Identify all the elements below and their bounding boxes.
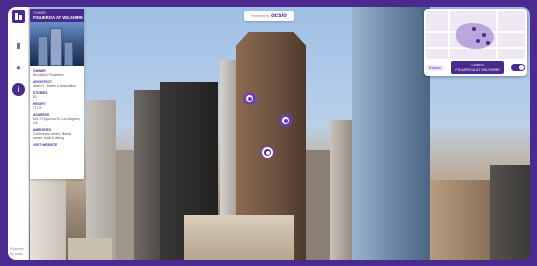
map-marker[interactable] [244, 93, 255, 104]
building-photo [30, 22, 84, 66]
view-toggle[interactable] [510, 64, 525, 71]
aerial-view[interactable]: ▮ ● i Powered by ocsio TOWER FIGUEROA AT… [8, 7, 530, 260]
sidebar-footer: Powered by ocsio [10, 247, 24, 256]
powered-by-badge: Powered by ocsio [244, 11, 294, 21]
building [490, 165, 530, 260]
panel-header: TOWER FIGUEROA AT WILSHIRE [30, 9, 84, 22]
brand-logo: ocsio [271, 13, 287, 19]
minimap[interactable]: Explore Location FIGUEROA AT WILSHIRE [424, 9, 527, 76]
minimap-pin[interactable] [472, 27, 476, 31]
info-icon[interactable]: i [12, 83, 25, 96]
location-button[interactable]: Location FIGUEROA AT WILSHIRE [451, 61, 504, 74]
field-owner: Owner Brookfield Properties [33, 69, 64, 77]
explore-chip[interactable]: Explore [426, 64, 445, 71]
building [184, 215, 294, 260]
field-architect: Architect Albert C. Martin & Associates [33, 80, 76, 88]
minimap-pin[interactable] [482, 33, 486, 37]
building [30, 175, 66, 260]
field-address: Address 601 S Figueroa St, Los Angeles, … [33, 113, 81, 125]
building [306, 150, 332, 260]
building [330, 120, 352, 260]
panel-body: Owner Brookfield Properties Architect Al… [30, 66, 84, 150]
building [352, 7, 430, 260]
building [86, 100, 116, 260]
building [116, 150, 134, 260]
field-height: Height 717 ft [33, 102, 46, 110]
app-logo[interactable] [12, 10, 25, 23]
visit-website-link[interactable]: VISIT WEBSITE [33, 143, 81, 147]
location-pin-icon[interactable]: ● [12, 61, 25, 74]
building [134, 90, 160, 260]
field-stories: Stories 53 [33, 91, 48, 99]
field-amenities: Amenities Conference center, fitness cen… [33, 128, 72, 140]
minimap-pin[interactable] [476, 39, 480, 43]
panel-title: FIGUEROA AT WILSHIRE [33, 15, 83, 20]
building [68, 238, 112, 260]
minimap-toolbar: Explore Location FIGUEROA AT WILSHIRE [426, 61, 525, 74]
panel-kicker: TOWER [33, 11, 46, 15]
info-panel: TOWER FIGUEROA AT WILSHIRE Owner Brookfi… [30, 9, 84, 179]
map-marker-active[interactable] [262, 147, 273, 158]
map-marker[interactable] [280, 115, 291, 126]
building [430, 180, 490, 260]
minimap-pin[interactable] [486, 41, 490, 45]
left-sidebar: ▮ ● i Powered by ocsio [8, 7, 29, 260]
brand-prefix: Powered by [251, 14, 270, 18]
building-icon[interactable]: ▮ [12, 39, 25, 52]
minimap-canvas[interactable] [426, 11, 525, 59]
